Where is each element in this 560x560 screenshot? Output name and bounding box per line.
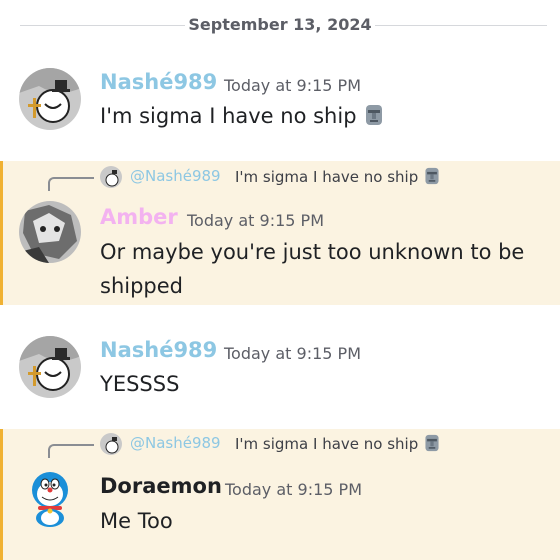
reply-snippet: I'm sigma I have no ship xyxy=(235,167,441,189)
message-text: Or maybe you're just too unknown to be s… xyxy=(100,235,540,303)
reply-snippet-text: I'm sigma I have no ship xyxy=(235,435,419,453)
timestamp: Today at 9:15 PM xyxy=(224,344,361,363)
timestamp: Today at 9:15 PM xyxy=(225,480,362,499)
message-2[interactable]: @Nashé989 I'm sigma I have no ship Amber… xyxy=(0,161,560,305)
timestamp: Today at 9:15 PM xyxy=(224,76,361,95)
divider-line-right xyxy=(375,25,547,26)
avatar-nashe[interactable] xyxy=(19,336,81,398)
date-label: September 13, 2024 xyxy=(188,15,372,34)
reply-mention[interactable]: @Nashé989 xyxy=(130,434,221,452)
moai-emoji-icon xyxy=(423,434,441,456)
reply-avatar xyxy=(100,166,122,188)
message-4[interactable]: @Nashé989 I'm sigma I have no ship Dorae… xyxy=(0,429,560,560)
reply-avatar xyxy=(100,433,122,455)
divider-line-left xyxy=(20,25,185,26)
message-content: I'm sigma I have no ship xyxy=(100,104,357,128)
avatar-nashe[interactable] xyxy=(19,68,81,130)
reply-snippet: I'm sigma I have no ship xyxy=(235,434,441,456)
message-text: YESSSS xyxy=(100,372,180,396)
avatar-amber[interactable] xyxy=(19,201,81,263)
author-name[interactable]: Nashé989 xyxy=(100,338,217,362)
moai-emoji-icon xyxy=(363,102,385,136)
author-name[interactable]: Amber xyxy=(100,205,178,229)
reply-spine xyxy=(48,444,94,458)
reply-snippet-text: I'm sigma I have no ship xyxy=(235,168,419,186)
message-line-1: Or maybe you're just too unknown to be xyxy=(100,240,525,264)
timestamp: Today at 9:15 PM xyxy=(187,211,324,230)
author-name[interactable]: Nashé989 xyxy=(100,70,217,94)
date-divider: September 13, 2024 xyxy=(0,12,560,40)
reply-spine xyxy=(48,177,94,191)
message-text: I'm sigma I have no ship xyxy=(100,99,540,136)
moai-emoji-icon xyxy=(423,167,441,189)
reply-preview[interactable]: @Nashé989 I'm sigma I have no ship xyxy=(48,165,548,191)
message-3[interactable]: Nashé989 Today at 9:15 PM YESSSS xyxy=(0,326,560,416)
reply-preview[interactable]: @Nashé989 I'm sigma I have no ship xyxy=(48,432,548,458)
author-name[interactable]: Doraemon xyxy=(100,474,222,498)
avatar-doraemon[interactable] xyxy=(19,466,81,528)
message-line-2: shipped xyxy=(100,274,183,298)
reply-mention[interactable]: @Nashé989 xyxy=(130,167,221,185)
message-text: Me Too xyxy=(100,509,173,533)
message-1[interactable]: Nashé989 Today at 9:15 PM I'm sigma I ha… xyxy=(0,58,560,148)
